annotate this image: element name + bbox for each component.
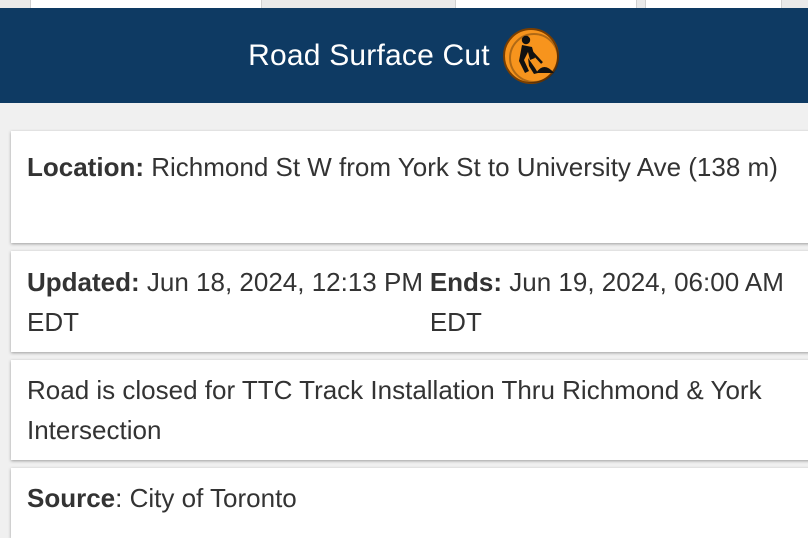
map-road — [30, 0, 262, 8]
description-card: Road is closed for TTC Track Installatio… — [11, 360, 808, 460]
source-label: Source — [27, 483, 116, 513]
updated-field: Updated: Jun 18, 2024, 12:13 PM EDT — [27, 262, 430, 352]
updated-label: Updated: — [27, 267, 140, 297]
map-road — [645, 0, 782, 8]
description-text: Road is closed for TTC Track Installatio… — [27, 375, 762, 445]
ends-label: Ends: — [429, 267, 503, 297]
location-value: Richmond St W from York St to University… — [144, 152, 778, 182]
road-work-icon — [502, 27, 560, 85]
ends-field: Ends: Jun 19, 2024, 06:00 AM EDT — [430, 262, 805, 352]
location-label: Location: — [27, 152, 144, 182]
source-value: : City of Toronto — [115, 483, 297, 513]
map-background — [0, 0, 808, 8]
event-header: Road Surface Cut — [0, 8, 808, 103]
location-card: Location: Richmond St W from York St to … — [11, 131, 808, 243]
times-card: Updated: Jun 18, 2024, 12:13 PM EDT Ends… — [11, 251, 808, 352]
source-card: Source: City of Toronto — [11, 468, 808, 538]
map-road — [455, 0, 637, 8]
event-title: Road Surface Cut — [248, 38, 490, 72]
